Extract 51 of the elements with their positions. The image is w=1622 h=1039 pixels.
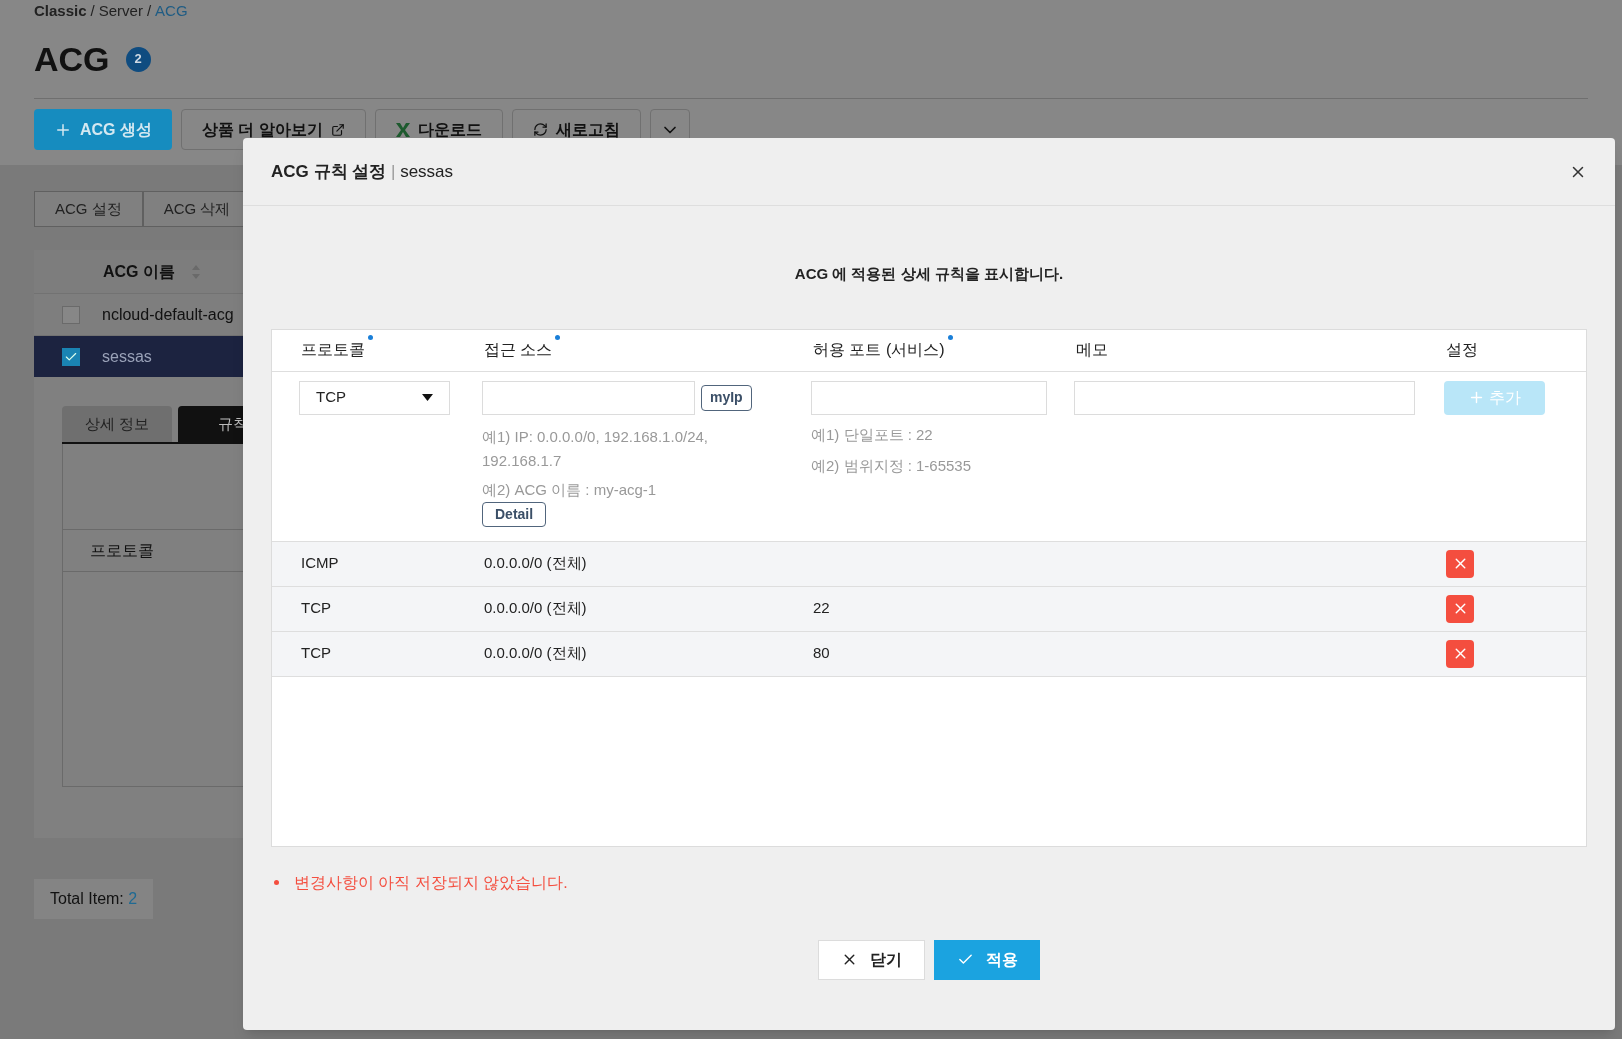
- dialog-title: ACG 규칙 설정 | sessas: [271, 160, 454, 183]
- column-header: 접근 소스: [484, 338, 813, 362]
- refresh-icon: [532, 122, 548, 137]
- column-header[interactable]: ACG 이름: [103, 259, 175, 284]
- column-header: 설정: [1446, 340, 1479, 360]
- table-cell-text: TCP: [301, 643, 332, 664]
- source-field[interactable]: [482, 380, 695, 415]
- hint-text: 예2) 범위지정 : 1-65535: [811, 455, 973, 476]
- plus-icon: [1468, 389, 1485, 406]
- delete-button[interactable]: [1446, 639, 1474, 668]
- warning-text: 변경사항이 아직 저장되지 않았습니다.: [294, 872, 568, 893]
- table-cell-text: 22: [813, 598, 831, 619]
- close-button[interactable]: 닫기: [818, 939, 925, 980]
- row-checkbox[interactable]: [62, 305, 80, 324]
- column-header: 프로토콜: [90, 540, 154, 561]
- table-cell-text: 0.0.0.0/0 (전체): [484, 598, 588, 619]
- apply-button[interactable]: 적용: [934, 939, 1040, 980]
- protocol-select[interactable]: TCP: [299, 380, 450, 415]
- table-cell-text: TCP: [301, 598, 332, 619]
- table-cell-text: 0.0.0.0/0 (전체): [484, 643, 588, 664]
- page-title: ACG: [34, 38, 110, 80]
- memo-field[interactable]: [1074, 380, 1415, 415]
- hint-text: 예1) 단일포트 : 22: [811, 424, 934, 445]
- delete-button[interactable]: [1446, 594, 1474, 623]
- dialog-description: ACG 에 적용된 상세 규칙을 표시합니다.: [794, 264, 1064, 284]
- breadcrumb-separator: /: [146, 0, 152, 21]
- spreadsheet-icon: [395, 122, 410, 137]
- total-items: Total Item: 2: [34, 879, 154, 919]
- row-checkbox[interactable]: [62, 347, 80, 366]
- hint-text: 예1) IP: 0.0.0.0/0, 192.168.1.0/24, 192.168.1.7: [482, 426, 709, 471]
- column-header: 메모: [1076, 340, 1109, 360]
- port-field[interactable]: [811, 380, 1047, 415]
- breadcrumb-item[interactable]: Server: [98, 0, 143, 22]
- breadcrumb-item[interactable]: Classic: [34, 0, 87, 22]
- acg-name: sessas: [102, 346, 152, 367]
- breadcrumb-separator: /: [90, 0, 95, 21]
- count-badge: 2: [125, 46, 151, 72]
- hint-text: 예2) ACG 이름 : my-acg-1: [482, 479, 658, 500]
- table-cell-text: 80: [813, 643, 831, 664]
- column-header: 허용 포트 (서비스): [813, 338, 1076, 362]
- table-cell-text: ICMP: [301, 553, 340, 574]
- external-link-icon: [330, 122, 345, 137]
- delete-button[interactable]: [1446, 549, 1474, 578]
- dropdown-icon: [422, 394, 433, 401]
- detail-button[interactable]: Detail: [482, 501, 547, 527]
- create-button[interactable]: ACG 생성: [34, 109, 172, 150]
- action-button[interactable]: ACG 설정: [34, 191, 143, 227]
- acg-name: ncloud-default-acg: [102, 304, 234, 325]
- myip-button[interactable]: myIp: [701, 384, 752, 411]
- table-cell-text: 0.0.0.0/0 (전체): [484, 553, 588, 574]
- detail-tab[interactable]: 상세 정보: [62, 406, 172, 442]
